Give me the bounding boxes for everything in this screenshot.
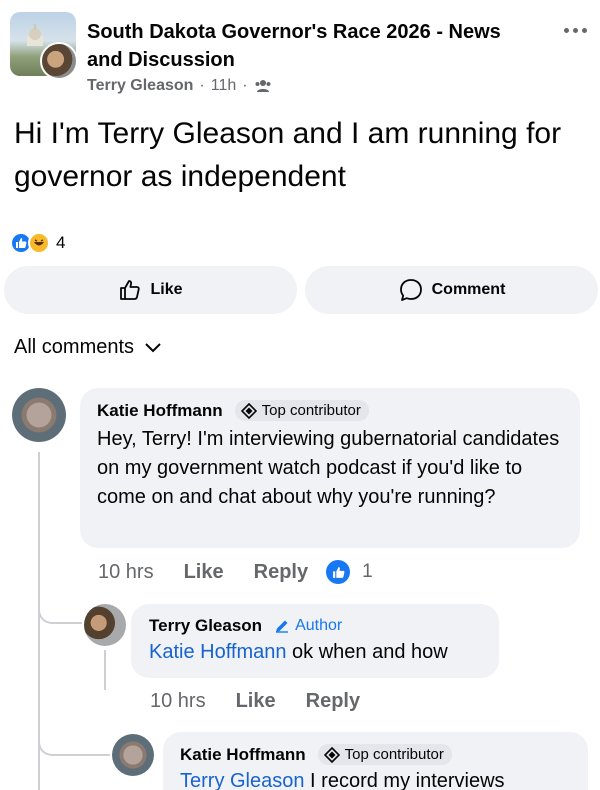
post-time[interactable]: 11h	[211, 77, 237, 95]
comment-reply-button[interactable]: Reply	[254, 561, 308, 584]
diamond-badge-icon	[240, 402, 257, 419]
comment-author[interactable]: Katie Hoffmann	[180, 745, 306, 765]
comment-header: Katie Hoffmann Top contributor	[180, 744, 572, 765]
capitol-icon	[27, 24, 43, 46]
thread-connector	[38, 572, 82, 624]
pencil-icon	[276, 620, 289, 633]
meta-separator: ·	[199, 77, 205, 94]
comment-time[interactable]: 10 hrs	[150, 690, 206, 713]
comment-bubble: Katie Hoffmann Top contributor Terry Gle…	[163, 732, 588, 790]
comment-button[interactable]: Comment	[305, 266, 598, 314]
like-button-label: Like	[150, 281, 183, 298]
comment-author[interactable]: Katie Hoffmann	[97, 401, 223, 421]
badge-label: Top contributor	[261, 402, 361, 419]
comment-like-button[interactable]: Like	[236, 690, 276, 713]
more-options-icon[interactable]	[560, 20, 590, 40]
comment-mention[interactable]: Terry Gleason	[180, 770, 305, 790]
comment-author[interactable]: Terry Gleason	[149, 616, 262, 636]
members-icon	[255, 80, 271, 92]
commenter-avatar[interactable]	[84, 604, 126, 646]
comment-actions: 10 hrs Like Reply 1	[98, 560, 373, 584]
author-avatar[interactable]	[40, 42, 78, 80]
comment-header: Terry Gleason Author	[149, 616, 483, 636]
comment-text-body: I record my interviews	[304, 770, 505, 790]
badge-label: Author	[295, 617, 343, 634]
comments-filter-dropdown[interactable]: All comments	[14, 336, 162, 359]
post-author[interactable]: Terry Gleason	[87, 77, 193, 95]
reaction-count: 4	[56, 233, 66, 252]
comment-text: Terry Gleason I record my interviews	[180, 767, 572, 790]
comment-header: Katie Hoffmann Top contributor	[97, 400, 564, 421]
comment-bubble: Katie Hoffmann Top contributor Hey, Terr…	[80, 388, 580, 548]
badge-label: Top contributor	[344, 746, 444, 763]
like-button[interactable]: Like	[4, 266, 297, 314]
meta-separator: ·	[242, 77, 248, 94]
chevron-down-icon	[145, 342, 161, 352]
comments-filter-label: All comments	[14, 336, 135, 358]
reactions-summary[interactable]: 4	[10, 232, 65, 254]
commenter-avatar[interactable]	[12, 388, 66, 442]
top-contributor-badge[interactable]: Top contributor	[317, 744, 452, 765]
post-meta: Terry Gleason · 11h ·	[87, 77, 272, 95]
comment-text: Hey, Terry! I'm interviewing gubernatori…	[97, 428, 560, 508]
comment-text: Katie Hoffmann ok when and how	[149, 638, 483, 667]
post-text: Hi I'm Terry Gleason and I am running fo…	[14, 117, 562, 193]
comment-bubble: Terry Gleason Author Katie Hoffmann ok w…	[131, 604, 499, 678]
diamond-badge-icon	[323, 746, 340, 763]
comment-actions: 10 hrs Like Reply	[150, 690, 360, 713]
author-badge: Author	[274, 617, 342, 635]
comment-button-label: Comment	[431, 281, 506, 298]
comment-mention[interactable]: Katie Hoffmann	[149, 641, 287, 663]
comment-like-count: 1	[362, 561, 373, 582]
like-reaction-icon[interactable]	[326, 560, 351, 584]
group-title[interactable]: South Dakota Governor's Race 2026 - News…	[87, 18, 537, 74]
haha-reaction-icon	[28, 232, 50, 254]
top-contributor-badge[interactable]: Top contributor	[234, 400, 369, 421]
comment-icon	[399, 279, 422, 301]
comment-time[interactable]: 10 hrs	[98, 561, 154, 584]
thread-connector	[38, 720, 110, 756]
comment-reply-button[interactable]: Reply	[306, 690, 360, 713]
commenter-avatar[interactable]	[112, 734, 154, 776]
post-action-row: Like Comment	[4, 266, 598, 314]
thumbs-up-icon	[120, 280, 141, 300]
comment-text-body: ok when and how	[286, 641, 448, 663]
comment-like-button[interactable]: Like	[184, 561, 224, 584]
thread-line	[104, 650, 106, 690]
